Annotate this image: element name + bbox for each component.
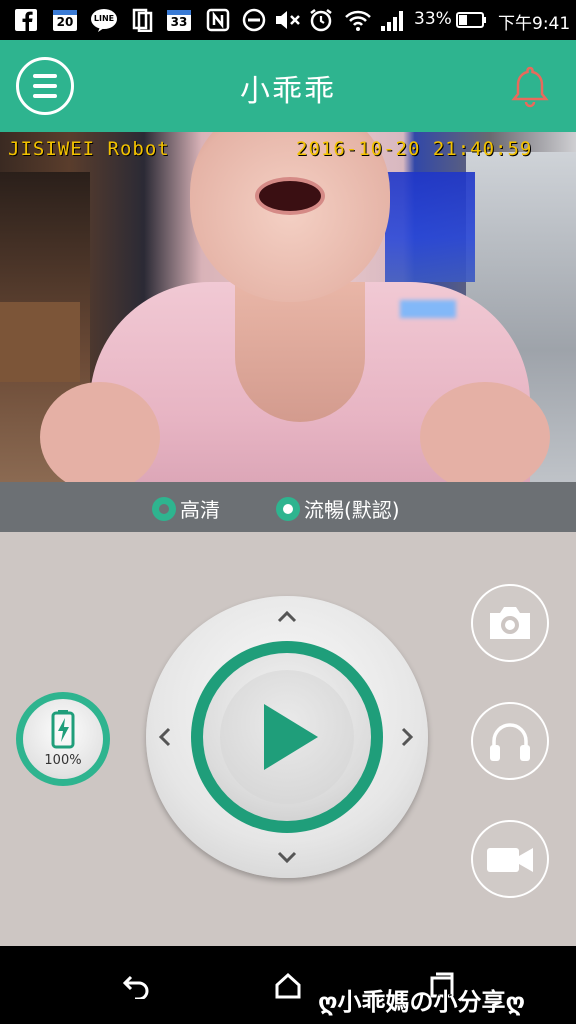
wifi-icon: [344, 8, 372, 32]
record-video-button[interactable]: [471, 820, 549, 898]
app-bar: 小乖乖: [0, 40, 576, 132]
line-icon: LINE: [90, 8, 118, 32]
mute-icon: [274, 8, 302, 32]
clock: 下午9:41: [498, 14, 571, 34]
move-left-button[interactable]: [150, 722, 180, 752]
copy-icon: [130, 8, 154, 32]
alarm-icon: [308, 8, 334, 32]
hamburger-menu-icon: [33, 74, 57, 78]
video-subject-neck: [235, 282, 365, 422]
bell-icon[interactable]: [506, 62, 554, 110]
play-ring: [191, 641, 383, 833]
video-osd-label: JISIWEI Robot: [8, 138, 170, 160]
quality-option-hd[interactable]: 高清: [152, 494, 220, 523]
play-button[interactable]: [220, 670, 354, 804]
calendar-icon-2: 33: [166, 8, 192, 32]
battery-charging-icon: [51, 710, 75, 749]
calendar-icon: 20: [52, 8, 78, 32]
radio-hd[interactable]: [152, 496, 176, 521]
status-bar: 20 LINE 33 33% 下午9:41: [0, 0, 576, 40]
headphones-icon: [490, 723, 530, 761]
move-down-button[interactable]: [272, 842, 302, 872]
control-panel: 100%: [0, 532, 576, 946]
battery-percent: 33%: [414, 9, 452, 29]
video-background-blue: [385, 172, 475, 282]
do-not-disturb-icon: [242, 8, 266, 32]
video-camera-icon: [487, 848, 533, 872]
battery-level-label: 100%: [44, 753, 82, 768]
quality-selector: 高清 流暢(默認): [0, 482, 576, 532]
camera-video-feed[interactable]: JISIWEI Robot 2016-10-20 21:40:59: [0, 132, 576, 482]
chevron-right-icon: [401, 727, 414, 747]
chevron-left-icon: [158, 727, 171, 747]
camera-icon: [490, 607, 530, 639]
calendar-badge-2: 33: [170, 15, 188, 29]
battery-icon: [456, 8, 488, 32]
home-button[interactable]: [270, 968, 306, 1004]
chevron-up-icon: [277, 610, 297, 623]
snapshot-button[interactable]: [471, 584, 549, 662]
video-subject-arm-left: [40, 382, 160, 482]
hamburger-line: [33, 84, 57, 88]
facebook-icon: [14, 8, 38, 32]
robot-battery-indicator: 100%: [16, 692, 110, 786]
hamburger-line: [33, 94, 57, 98]
system-nav-bar: ღ小乖媽の小分享ღ: [0, 946, 576, 1024]
back-button[interactable]: [118, 968, 154, 1004]
battery-indicator-face: 100%: [23, 699, 103, 779]
chevron-down-icon: [277, 851, 297, 864]
calendar-badge: 20: [56, 15, 74, 29]
signal-icon: [380, 8, 406, 32]
play-icon: [264, 704, 318, 770]
nfc-icon: [206, 8, 230, 32]
radio-smooth[interactable]: [276, 496, 300, 521]
line-label: LINE: [93, 14, 115, 23]
video-light-glow: [400, 300, 456, 318]
audio-listen-button[interactable]: [471, 702, 549, 780]
video-osd-timestamp: 2016-10-20 21:40:59: [296, 138, 533, 160]
video-subject-arm-right: [420, 382, 550, 482]
quality-option-hd-label: 高清: [180, 498, 220, 522]
back-arrow-icon: [122, 975, 149, 999]
play-ring-inner: [203, 653, 371, 821]
move-right-button[interactable]: [392, 722, 422, 752]
menu-button[interactable]: [16, 57, 74, 115]
watermark-text: ღ小乖媽の小分享ღ: [318, 988, 526, 1016]
quality-option-smooth[interactable]: 流暢(默認): [276, 494, 400, 523]
video-background-shelf: [0, 302, 80, 382]
home-icon: [275, 972, 301, 999]
quality-option-smooth-label: 流暢(默認): [304, 498, 400, 522]
direction-pad: [146, 596, 428, 878]
page-title: 小乖乖: [240, 74, 336, 109]
video-subject-mouth: [255, 177, 325, 215]
move-up-button[interactable]: [272, 602, 302, 632]
